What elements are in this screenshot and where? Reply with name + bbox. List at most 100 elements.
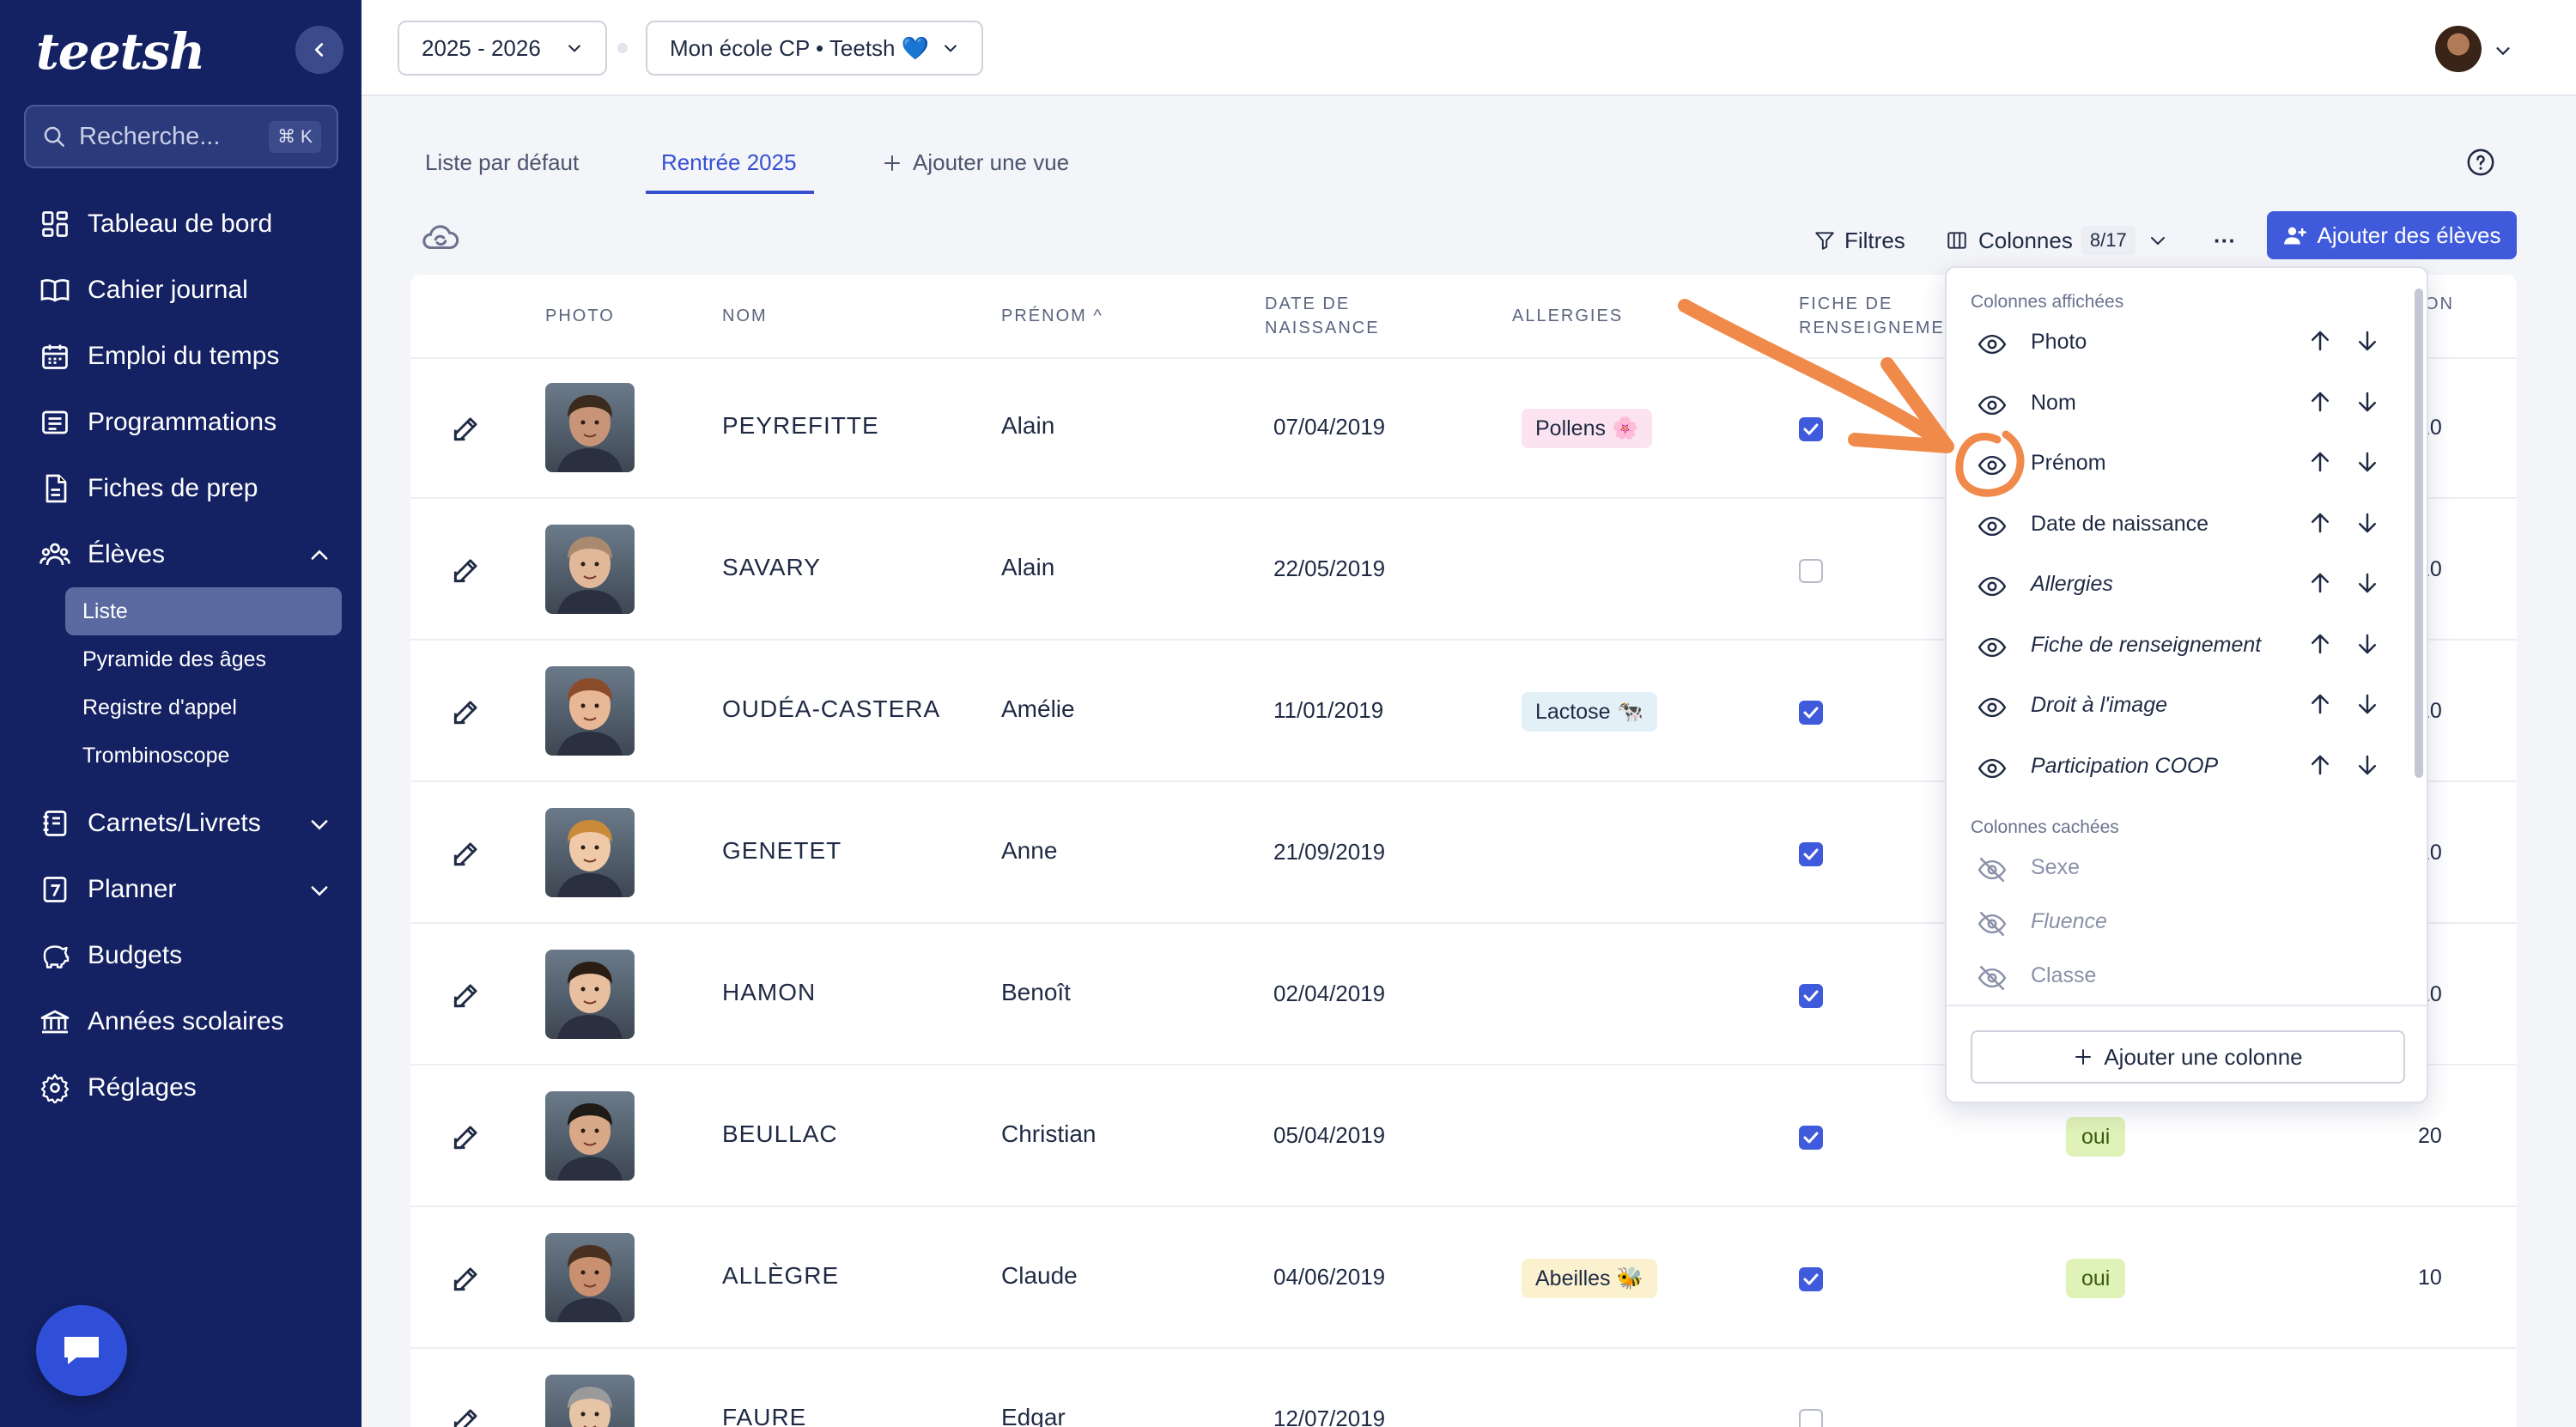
header-date-naissance[interactable]: DATE DE NAISSANCE	[1265, 292, 1380, 340]
arrow-down-icon[interactable]	[2354, 510, 2380, 540]
shown-column-item[interactable]: Date de naissance	[1947, 495, 2410, 555]
shown-column-item[interactable]: Nom	[1947, 373, 2410, 434]
header-fiche[interactable]: FICHE DE RENSEIGNEMEN	[1799, 292, 1959, 340]
eye-icon[interactable]	[1978, 330, 2007, 363]
eye-icon[interactable]	[1978, 391, 2007, 424]
filters-button[interactable]: Filtres	[1814, 216, 1905, 264]
arrow-down-icon[interactable]	[2354, 752, 2380, 782]
fiche-checkbox[interactable]	[1799, 1126, 1823, 1150]
sidebar-item-reglages[interactable]: Réglages	[24, 1054, 342, 1120]
hidden-column-item[interactable]: Sexe	[1947, 838, 2410, 898]
sidebar-subitem-registre[interactable]: Registre d'appel	[65, 683, 342, 732]
popover-scrollbar[interactable]	[2415, 288, 2423, 778]
header-prenom[interactable]: PRÉNOM ^	[1001, 304, 1103, 328]
header-photo[interactable]: PHOTO	[545, 304, 615, 328]
fiche-checkbox[interactable]	[1799, 701, 1823, 725]
search-input[interactable]: Recherche... ⌘ K	[24, 105, 338, 168]
tab-liste-par-defaut[interactable]: Liste par défaut	[425, 149, 579, 176]
sidebar-item-fiches-de-prep[interactable]: Fiches de prep	[24, 455, 342, 521]
edit-icon[interactable]	[450, 554, 483, 586]
arrow-up-icon[interactable]	[2307, 752, 2333, 782]
eye-off-icon[interactable]	[1978, 909, 2007, 943]
arrow-up-icon[interactable]	[2307, 449, 2333, 479]
table-row[interactable]: ALLÈGRE Claude 04/06/2019 Abeilles 🐝 oui 1…	[410, 1209, 2517, 1349]
cloud-sync-icon[interactable]	[421, 218, 460, 258]
add-view-button[interactable]: Ajouter une vue	[882, 149, 1069, 176]
sidebar-item-dashboard[interactable]: Tableau de bord	[24, 191, 342, 257]
fiche-checkbox[interactable]	[1799, 984, 1823, 1008]
sidebar-subitem-pyramide[interactable]: Pyramide des âges	[65, 635, 342, 683]
eye-off-icon[interactable]	[1978, 855, 2007, 889]
sidebar-item-cahier-journal[interactable]: Cahier journal	[24, 257, 342, 323]
eye-icon[interactable]	[1978, 451, 2007, 484]
arrow-up-icon[interactable]	[2307, 328, 2333, 358]
table-row[interactable]: FAURE Edgar 12/07/2019	[410, 1351, 2517, 1427]
edit-icon[interactable]	[450, 1262, 483, 1295]
collapse-sidebar-button[interactable]	[295, 26, 343, 74]
arrow-up-icon[interactable]	[2307, 631, 2333, 661]
edit-icon[interactable]	[450, 412, 483, 445]
shown-column-item[interactable]: Photo	[1947, 313, 2410, 373]
eye-icon[interactable]	[1978, 693, 2007, 726]
eye-icon[interactable]	[1978, 633, 2007, 666]
fiche-checkbox[interactable]	[1799, 1267, 1823, 1291]
shown-column-item[interactable]: Droit à l'image	[1947, 676, 2410, 736]
tab-rentree-2025[interactable]: Rentrée 2025	[661, 149, 797, 176]
sidebar-item-budgets[interactable]: Budgets	[24, 922, 342, 988]
hidden-column-item[interactable]: Fluence	[1947, 892, 2410, 952]
sidebar-item-planner[interactable]: Planner	[24, 856, 342, 922]
shown-column-item[interactable]: Participation COOP	[1947, 737, 2410, 797]
fiche-checkbox[interactable]	[1799, 559, 1823, 583]
chevron-down-icon[interactable]	[307, 812, 331, 836]
sidebar-subitem-liste[interactable]: Liste	[65, 587, 342, 635]
arrow-up-icon[interactable]	[2307, 389, 2333, 419]
arrow-down-icon[interactable]	[2354, 389, 2380, 419]
sidebar-item-emploi-du-temps[interactable]: Emploi du temps	[24, 323, 342, 389]
school-year-selector[interactable]: 2025 - 2026	[398, 21, 607, 76]
arrow-down-icon[interactable]	[2354, 631, 2380, 661]
add-column-button[interactable]: Ajouter une colonne	[1971, 1030, 2405, 1084]
arrow-up-icon[interactable]	[2307, 510, 2333, 540]
eye-off-icon[interactable]	[1978, 963, 2007, 997]
teetsh-logo[interactable]: teetsh	[36, 22, 205, 81]
arrow-down-icon[interactable]	[2354, 691, 2380, 721]
user-avatar[interactable]	[2435, 26, 2482, 72]
arrow-down-icon[interactable]	[2354, 328, 2380, 358]
eye-icon[interactable]	[1978, 512, 2007, 545]
sidebar-item-carnets[interactable]: Carnets/Livrets	[24, 790, 342, 856]
school-selector[interactable]: Mon école CP • Teetsh 💙	[646, 21, 983, 76]
help-icon[interactable]	[2466, 148, 2495, 177]
eye-icon[interactable]	[1978, 754, 2007, 787]
columns-button[interactable]: Colonnes 8/17	[1946, 216, 2168, 264]
header-allergies[interactable]: ALLERGIES	[1512, 304, 1623, 328]
sidebar-item-programmations[interactable]: Programmations	[24, 389, 342, 455]
more-options-button[interactable]: ···	[2214, 216, 2236, 264]
add-students-button[interactable]: Ajouter des élèves	[2267, 211, 2517, 259]
fiche-checkbox[interactable]	[1799, 417, 1823, 441]
fiche-checkbox[interactable]	[1799, 1409, 1823, 1427]
chevron-up-icon[interactable]	[307, 543, 331, 568]
header-nom[interactable]: NOM	[722, 304, 768, 328]
arrow-down-icon[interactable]	[2354, 570, 2380, 600]
chat-support-button[interactable]	[36, 1305, 127, 1396]
chevron-down-icon[interactable]	[2494, 41, 2512, 60]
shown-column-item[interactable]: Fiche de renseignement	[1947, 616, 2410, 676]
fiche-checkbox[interactable]	[1799, 842, 1823, 866]
eye-icon[interactable]	[1978, 572, 2007, 605]
shown-column-item[interactable]: Prénom	[1947, 434, 2410, 494]
sidebar-item-annees-scolaires[interactable]: Années scolaires	[24, 988, 342, 1054]
edit-icon[interactable]	[450, 1120, 483, 1153]
hidden-column-item[interactable]: Classe	[1947, 946, 2410, 1006]
header-last[interactable]: ON	[2425, 292, 2454, 316]
edit-icon[interactable]	[450, 979, 483, 1011]
arrow-up-icon[interactable]	[2307, 691, 2333, 721]
shown-column-item[interactable]: Allergies	[1947, 555, 2410, 615]
sidebar-item-eleves[interactable]: Élèves	[24, 521, 342, 587]
edit-icon[interactable]	[450, 695, 483, 728]
edit-icon[interactable]	[450, 1404, 483, 1427]
edit-icon[interactable]	[450, 837, 483, 870]
chevron-down-icon[interactable]	[307, 878, 331, 902]
arrow-up-icon[interactable]	[2307, 570, 2333, 600]
sidebar-subitem-trombinoscope[interactable]: Trombinoscope	[65, 732, 342, 780]
arrow-down-icon[interactable]	[2354, 449, 2380, 479]
